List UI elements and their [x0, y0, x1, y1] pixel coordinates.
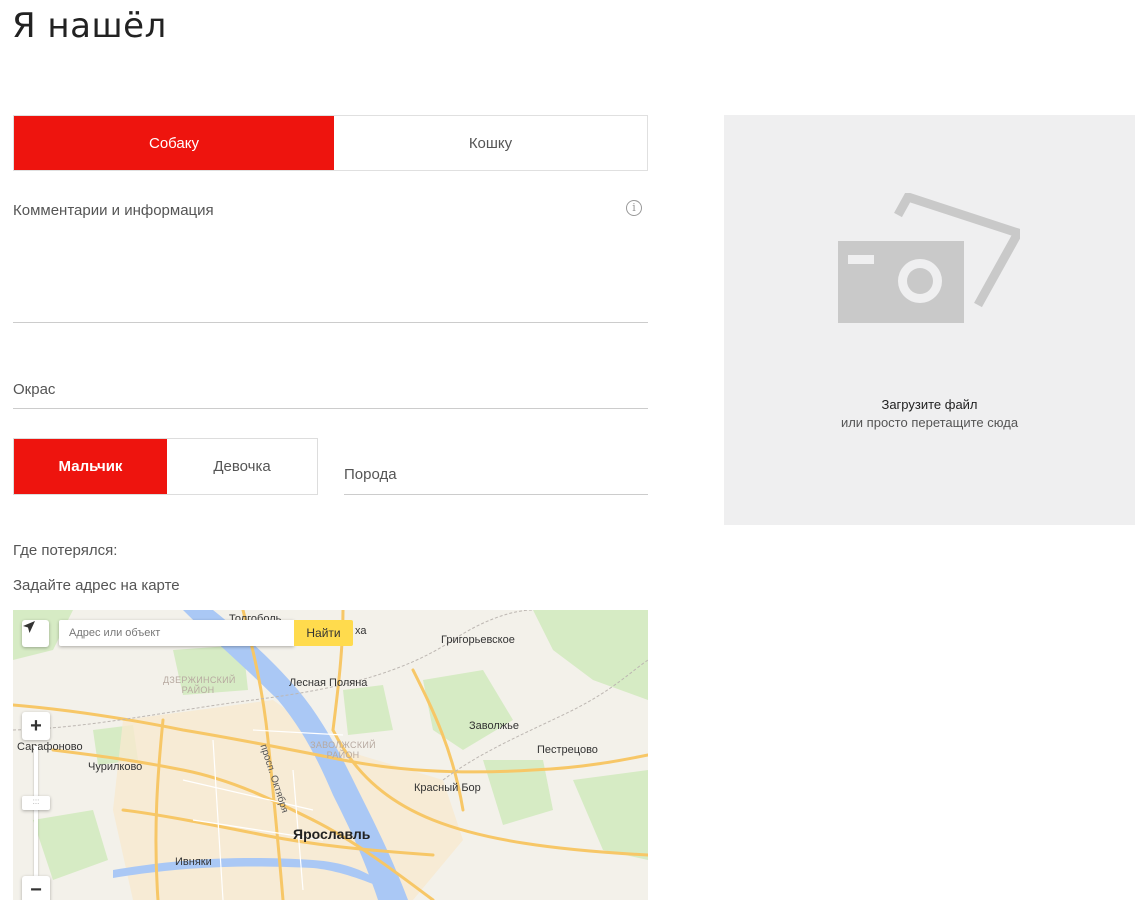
comments-field[interactable]: Комментарии и информация i	[13, 195, 648, 323]
sex-option-male[interactable]: Мальчик	[14, 439, 167, 494]
camera-photo-icon	[838, 193, 1020, 323]
species-option-cat[interactable]: Кошку	[334, 116, 647, 170]
zoom-in-button[interactable]: +	[22, 712, 50, 740]
map-label-pestretsovo: Пестрецово	[537, 744, 598, 756]
map-label-dzerzhinsky: ДЗЕРЖИНСКИЙ РАЙОН	[163, 675, 236, 695]
map-label-sarafonovo: Сарафоново	[17, 741, 83, 753]
map-label-kha: ха	[355, 625, 367, 637]
page-title: Я нашёл	[12, 6, 167, 46]
map-label-churilkovo: Чурилково	[88, 761, 143, 773]
zoom-out-button[interactable]: −	[22, 876, 50, 900]
species-selector: Собаку Кошку	[13, 115, 648, 171]
comments-placeholder: Комментарии и информация	[13, 202, 214, 219]
address-hint-label: Задайте адрес на карте	[13, 577, 180, 594]
species-option-dog[interactable]: Собаку	[14, 116, 334, 170]
sex-option-female[interactable]: Девочка	[167, 439, 317, 494]
map-label-lesnaya-polyana: Лесная Поляна	[289, 677, 368, 689]
sex-selector: Мальчик Девочка	[13, 438, 318, 495]
map-label-yaroslavl: Ярославль	[293, 826, 371, 842]
map-label-ivnyaki: Ивняки	[175, 856, 212, 868]
location-arrow-icon	[23, 621, 35, 633]
upload-subtitle: или просто перетащите сюда	[840, 415, 1019, 430]
zoom-slider-track[interactable]	[34, 746, 38, 876]
zoom-slider-handle[interactable]: :::	[22, 796, 50, 810]
where-lost-label: Где потерялся:	[13, 542, 118, 559]
map[interactable]: Толгоболь ха Григорьевское ДЗЕРЖИНСКИЙ Р…	[13, 610, 648, 900]
color-input[interactable]	[13, 370, 648, 409]
breed-input[interactable]	[344, 455, 648, 495]
map-label-zavolzhsky: ЗАВОЛЖСКИЙ РАЙОН	[310, 740, 376, 760]
map-label-zavolzhye: Заволжье	[469, 720, 519, 732]
map-search-input[interactable]	[59, 620, 294, 646]
info-icon[interactable]: i	[626, 200, 642, 216]
map-find-button[interactable]: Найти	[294, 620, 353, 646]
upload-title: Загрузите файл	[881, 397, 978, 412]
map-label-grigorievskoe: Григорьевское	[441, 634, 515, 646]
map-label-krasny-bor: Красный Бор	[414, 782, 481, 794]
geolocation-button[interactable]	[22, 620, 49, 647]
photo-upload-dropzone[interactable]: Загрузите файл или просто перетащите сюд…	[724, 115, 1135, 525]
